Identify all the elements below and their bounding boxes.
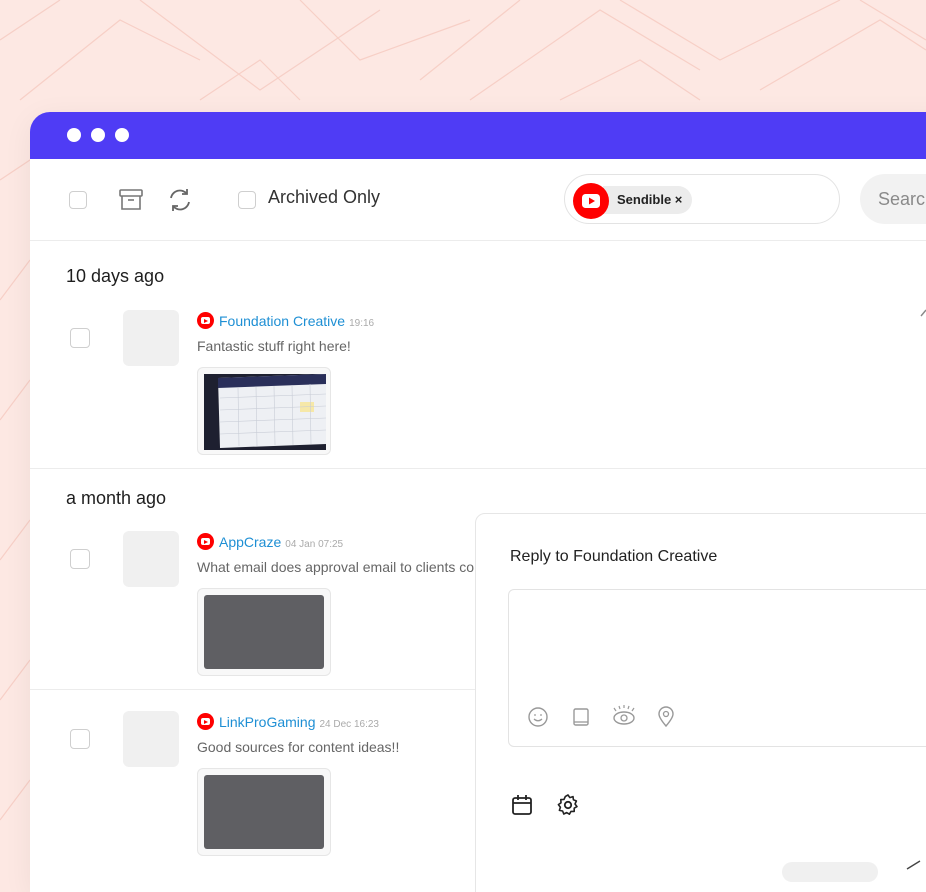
row-checkbox[interactable] xyxy=(70,328,90,348)
row-checkbox[interactable] xyxy=(70,729,90,749)
archived-only-label: Archived Only xyxy=(268,187,381,207)
toolbar: Archived Only Sendible × Search xyxy=(30,159,926,241)
reply-panel: Reply to Foundation Creative xyxy=(475,513,926,892)
comment-thumbnail[interactable] xyxy=(197,588,331,676)
comment-text: Fantastic stuff right here! xyxy=(197,338,351,354)
sendible-filter-chip[interactable]: Sendible × xyxy=(603,186,693,214)
youtube-icon xyxy=(197,533,214,550)
group-divider xyxy=(30,468,926,469)
gear-icon[interactable] xyxy=(556,793,580,817)
archived-only-checkbox[interactable] xyxy=(238,191,256,209)
group-heading: a month ago xyxy=(66,488,167,508)
avatar xyxy=(123,310,179,366)
author-name[interactable]: Foundation Creative xyxy=(219,313,345,329)
youtube-icon xyxy=(197,713,214,730)
comment-thumbnail[interactable] xyxy=(197,367,331,455)
thumbnail-image xyxy=(204,775,324,849)
app-window: Archived Only Sendible × Search 10 days … xyxy=(30,112,926,892)
comment-thumbnail[interactable] xyxy=(197,768,331,856)
group-heading: 10 days ago xyxy=(66,266,165,286)
thumbnail-image xyxy=(204,374,326,450)
comment-time: 04 Jan 07:25 xyxy=(285,539,344,550)
window-dot[interactable] xyxy=(67,128,81,142)
avatar xyxy=(123,531,179,587)
select-all-checkbox[interactable] xyxy=(69,191,87,209)
window-titlebar xyxy=(30,112,926,159)
refresh-icon[interactable] xyxy=(166,186,194,214)
thumbnail-image xyxy=(204,595,324,669)
window-dot[interactable] xyxy=(115,128,129,142)
comment-author[interactable]: Foundation Creative 19:16 xyxy=(197,312,374,329)
filter-input[interactable]: Sendible × xyxy=(564,174,840,224)
window-dot[interactable] xyxy=(91,128,105,142)
search-input[interactable]: Search xyxy=(860,174,926,224)
youtube-icon xyxy=(197,312,214,329)
youtube-icon xyxy=(573,183,609,219)
location-icon[interactable] xyxy=(655,705,677,729)
reply-title: Reply to Foundation Creative xyxy=(510,548,718,565)
row-checkbox[interactable] xyxy=(70,549,90,569)
comment-text: What email does approval email to client… xyxy=(197,559,475,575)
comment-time: 24 Dec 16:23 xyxy=(319,719,380,730)
book-icon[interactable] xyxy=(570,706,592,728)
author-name[interactable]: LinkProGaming xyxy=(219,714,316,730)
comment-text: Good sources for content ideas!! xyxy=(197,739,400,755)
reply-textarea[interactable] xyxy=(508,589,926,747)
send-icon[interactable] xyxy=(906,859,922,871)
comment-author[interactable]: LinkProGaming 24 Dec 16:23 xyxy=(197,713,379,730)
emoji-icon[interactable] xyxy=(527,706,549,728)
eye-icon[interactable] xyxy=(611,704,637,728)
row-menu-icon[interactable] xyxy=(918,308,926,318)
reply-action-button[interactable] xyxy=(782,862,878,882)
comment-author[interactable]: AppCraze 04 Jan 07:25 xyxy=(197,533,343,550)
comment-time: 19:16 xyxy=(349,318,375,329)
calendar-icon[interactable] xyxy=(510,793,534,817)
archive-icon[interactable] xyxy=(118,187,144,213)
author-name[interactable]: AppCraze xyxy=(219,534,281,550)
avatar xyxy=(123,711,179,767)
